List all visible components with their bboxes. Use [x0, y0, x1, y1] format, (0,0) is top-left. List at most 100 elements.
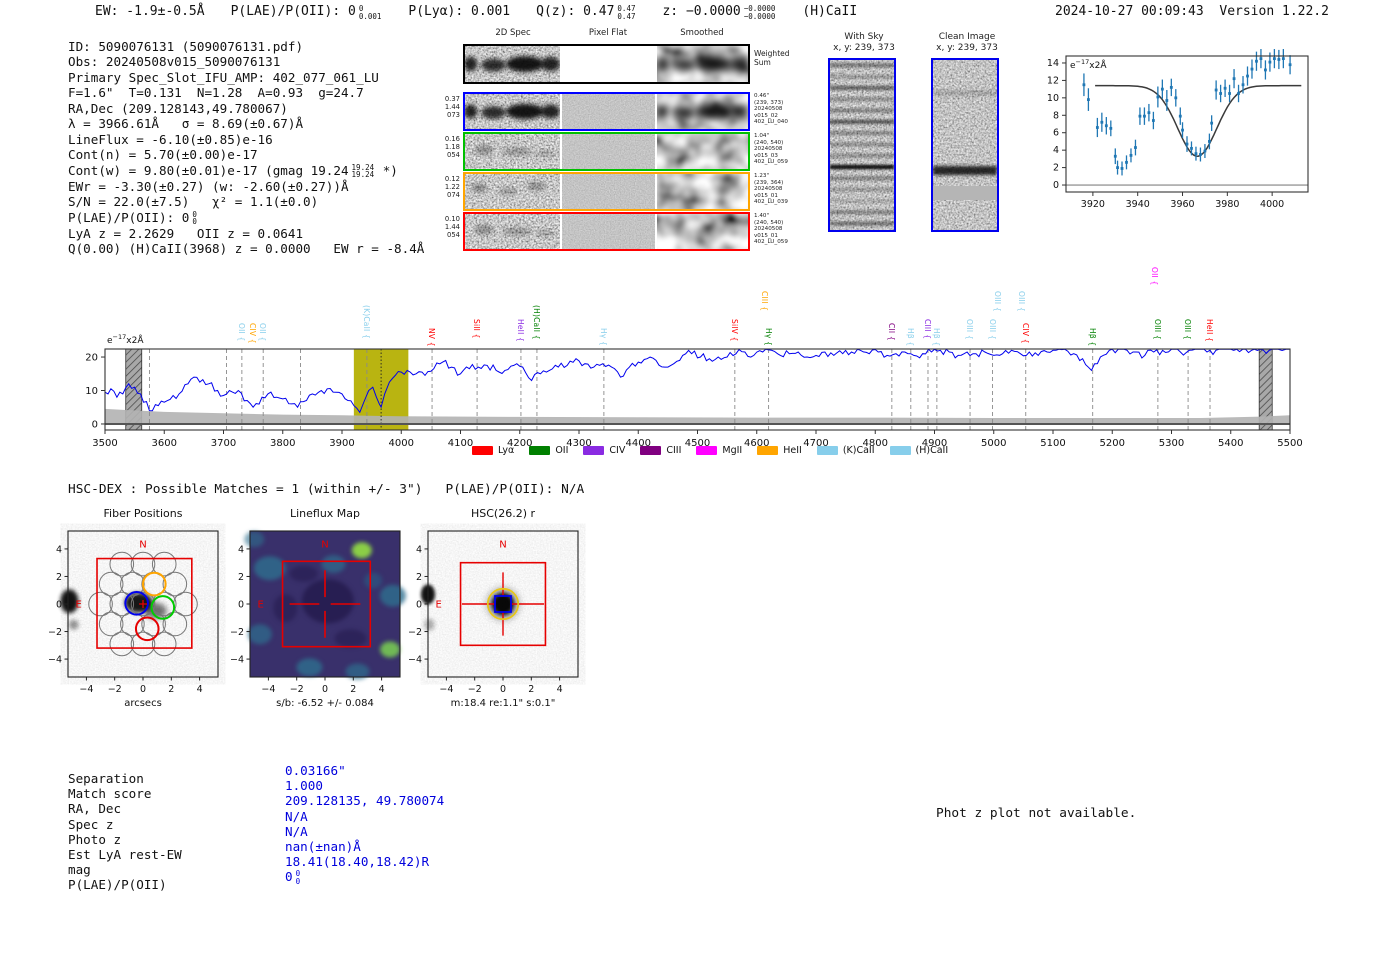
header-seg0-text: EW: -1.9±-0.5Å	[95, 4, 205, 19]
svg-text:3700: 3700	[211, 438, 236, 449]
match-table-value-stack: 00	[295, 869, 301, 887]
info-line-12: LyA z = 2.2629 OII z = 0.0641	[68, 226, 424, 241]
legend-item: Lyα	[472, 445, 514, 456]
legend-item: HeII	[757, 445, 802, 456]
match-table-value: N/A	[285, 809, 444, 824]
match-table-value: 209.128135, 49.780074	[285, 793, 444, 808]
svg-text:4000: 4000	[1260, 199, 1284, 210]
svg-text:14: 14	[1047, 58, 1059, 69]
spec2d-smoothed-image	[657, 214, 748, 249]
svg-text:4100: 4100	[448, 438, 473, 449]
info-line11-text: P(LAE)/P(OII): 0	[68, 209, 190, 225]
svg-text:2: 2	[416, 572, 422, 583]
svg-text:0: 0	[1053, 180, 1059, 191]
svg-text:0: 0	[416, 600, 422, 611]
svg-text:2: 2	[1053, 163, 1059, 174]
spec2d-2dspec-image	[465, 134, 560, 169]
svg-text:0: 0	[92, 419, 98, 430]
header-seg3-stack: 0.47 0.47	[617, 4, 635, 20]
header-segment-1: P(LAE)/P(OII): 0 0 0.001	[231, 4, 383, 20]
spec2d-row-right-label: 1.40" (240, 540) 20240508 v015_01 402_LU_059	[754, 213, 788, 246]
spectrum-line-label: OII {	[1149, 267, 1159, 286]
spectrum-line-label: CIII {	[922, 318, 932, 339]
legend-item: CIII	[640, 445, 681, 456]
sky-panel-image	[828, 58, 896, 232]
legend-swatch	[816, 446, 838, 455]
info-line5-text: λ = 3966.61Å σ = 8.69(±0.67)Å	[68, 116, 304, 132]
svg-text:−2: −2	[230, 627, 244, 638]
legend-swatch	[472, 446, 493, 455]
spectrum-line-label: HeII {	[515, 318, 525, 342]
spectrum-line-label: Hβ {	[905, 327, 915, 347]
match-table-value: 18.41(18.40,18.42)R	[285, 854, 444, 869]
legend-label: Lyα	[498, 445, 515, 456]
svg-text:N: N	[139, 540, 146, 551]
svg-text:3940: 3940	[1126, 199, 1150, 210]
spec2d-row-left-label: 0.16 1.18 054	[444, 135, 460, 159]
svg-text:4: 4	[379, 684, 385, 695]
svg-text:8: 8	[1053, 110, 1059, 121]
sky-panels: With Sky x, y: 239, 373 Clean Image x, y: 2…	[828, 32, 1038, 242]
legend-label: HeII	[783, 445, 802, 456]
svg-text:5000: 5000	[981, 438, 1006, 449]
svg-text:12: 12	[1047, 75, 1059, 86]
match-table-value-text: 0	[285, 869, 293, 885]
svg-text:0: 0	[56, 600, 62, 611]
info-line-5: λ = 3966.61Å σ = 8.69(±0.67)Å	[68, 116, 424, 131]
info-line10-text: S/N = 22.0(±7.5) χ² = 1.1(±0.0)	[68, 194, 319, 210]
spectrum-line-label: Hγ {	[598, 327, 608, 346]
svg-text:m:18.4 re:1.1" s:0.1": m:18.4 re:1.1" s:0.1"	[451, 698, 556, 709]
spec2d-weighted-label: Weighted Sum	[754, 49, 790, 67]
cutout-title: HSC(26.2) r	[470, 507, 536, 520]
svg-text:10: 10	[85, 386, 98, 397]
svg-text:5100: 5100	[1040, 438, 1065, 449]
header-seg1-sub: 0.001	[358, 11, 382, 21]
spectrum-line-label: NV {	[427, 327, 437, 347]
spec2d-smoothed-image	[657, 46, 748, 82]
legend-item: (H)CaII	[889, 445, 948, 456]
svg-text:5200: 5200	[1100, 438, 1125, 449]
info-line8-text: *)	[375, 162, 398, 178]
spectrum-line-label: OII {	[258, 323, 268, 342]
info-line-3: F=1.6" T=0.131 N=1.28 A=0.93 g=24.7	[68, 85, 424, 100]
info-line7-text: Cont(n) = 5.70(±0.00)e-17	[68, 147, 258, 163]
match-table-labels: Separation Match score RA, Dec Spec z Photo …	[68, 771, 182, 893]
spec2d-row	[463, 212, 750, 251]
svg-text:3920: 3920	[1081, 199, 1105, 210]
legend-label: MgII	[722, 445, 743, 456]
spec2d-pixelflat-image	[562, 94, 655, 129]
svg-text:4000: 4000	[389, 438, 414, 449]
svg-text:4: 4	[1053, 145, 1059, 156]
sky-panel-image	[931, 58, 999, 232]
info-line3-text: F=1.6" T=0.131 N=1.28 A=0.93 g=24.7	[68, 85, 364, 101]
header-seg4-text: z: −0.0000	[662, 4, 741, 19]
svg-text:−2: −2	[48, 627, 62, 638]
spectrum-line-label: (K)CaII {	[361, 305, 371, 340]
info-line8-sub: 19.24	[351, 170, 375, 180]
svg-text:−4: −4	[408, 655, 422, 666]
spec2d-row-left-label: 0.37 1.44 073	[444, 95, 460, 119]
line-fit-plot: 3920 3940 3960 3980 4000 0 2 4 6 8 10 12 14 e−17x2Å	[1032, 44, 1318, 216]
header-segment-0: EW: -1.9±-0.5Å	[95, 4, 205, 19]
svg-text:−4: −4	[439, 684, 453, 695]
svg-text:10: 10	[1047, 93, 1059, 104]
svg-text:2: 2	[350, 684, 356, 695]
svg-text:0: 0	[322, 684, 328, 695]
spec2d-row-left-label: 0.10 1.44 054	[444, 215, 460, 239]
info-line-13: Q(0.00) (H)CaII(3968) z = 0.0000 EW r = …	[68, 241, 424, 256]
info-line4-text: RA,Dec (209.128143,49.780067)	[68, 100, 288, 116]
spec2d-pixelflat-image	[562, 214, 655, 249]
info-line13-text: Q(0.00) (H)CaII(3968) z = 0.0000 EW r = …	[68, 241, 425, 257]
header-seg1-text: P(LAE)/P(OII): 0	[230, 4, 356, 19]
svg-text:E: E	[257, 600, 263, 611]
spec2d-pixelflat-image	[562, 46, 655, 82]
cutout-title: Lineflux Map	[289, 507, 361, 520]
match-table-label: P(LAE)/P(OII)	[68, 877, 167, 893]
svg-text:3600: 3600	[152, 438, 177, 449]
sky-panel-coords: x, y: 239, 373	[936, 43, 998, 53]
info-line-7: Cont(n) = 5.70(±0.00)e-17	[68, 147, 424, 162]
match-table-value: 0.03166"	[285, 763, 444, 778]
spec2d-row	[463, 132, 750, 171]
full-spectrum-plot: 3500 3600 3700 3800 3900 4000 4100 4200 4300 4400…	[85, 268, 1310, 458]
info-line-1: Obs: 20240508v015_5090076131	[68, 54, 424, 69]
